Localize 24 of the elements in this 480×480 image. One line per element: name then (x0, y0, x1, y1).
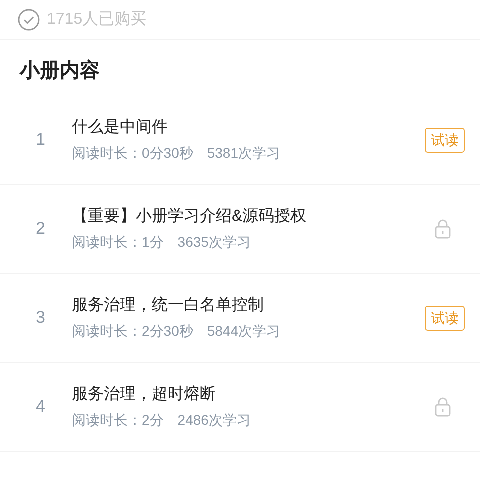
learner-count: 3635次学习 (178, 233, 251, 252)
read-duration: 阅读时长：2分30秒 (72, 322, 194, 341)
read-duration: 阅读时长：2分 (72, 411, 164, 430)
chapter-item[interactable]: 4 服务治理，超时熔断 阅读时长：2分 2486次学习 (0, 363, 480, 452)
learner-count: 5844次学习 (207, 322, 281, 341)
chapter-title: 服务治理，超时熔断 (72, 384, 217, 405)
chapter-title: 什么是中间件 (72, 118, 169, 138)
read-duration: 阅读时长：1分 (72, 233, 164, 252)
purchase-count: 1715人已购买 (47, 10, 147, 30)
chapter-number: 4 (35, 396, 46, 418)
lock-icon (435, 219, 451, 239)
chapter-number: 1 (35, 129, 46, 152)
chapter-item[interactable]: 3 服务治理，统一白名单控制 阅读时长：2分30秒 5844次学习 试读 (0, 274, 480, 363)
lock-icon (435, 397, 451, 417)
chapter-number: 3 (35, 307, 46, 330)
section-title: 小册内容 (20, 60, 100, 82)
learner-count: 5381次学习 (207, 144, 281, 163)
chapter-number: 2 (35, 218, 46, 240)
chapter-item[interactable]: 1 什么是中间件 阅读时长：0分30秒 5381次学习 试读 (0, 96, 480, 185)
chapter-item[interactable]: 2 【重要】小册学习介绍&源码授权 阅读时长：1分 3635次学习 (0, 185, 480, 274)
read-duration: 阅读时长：0分30秒 (72, 144, 194, 163)
chapter-title: 【重要】小册学习介绍&源码授权 (72, 206, 308, 227)
chapter-title: 服务治理，统一白名单控制 (72, 296, 265, 316)
learner-count: 2486次学习 (178, 411, 251, 430)
